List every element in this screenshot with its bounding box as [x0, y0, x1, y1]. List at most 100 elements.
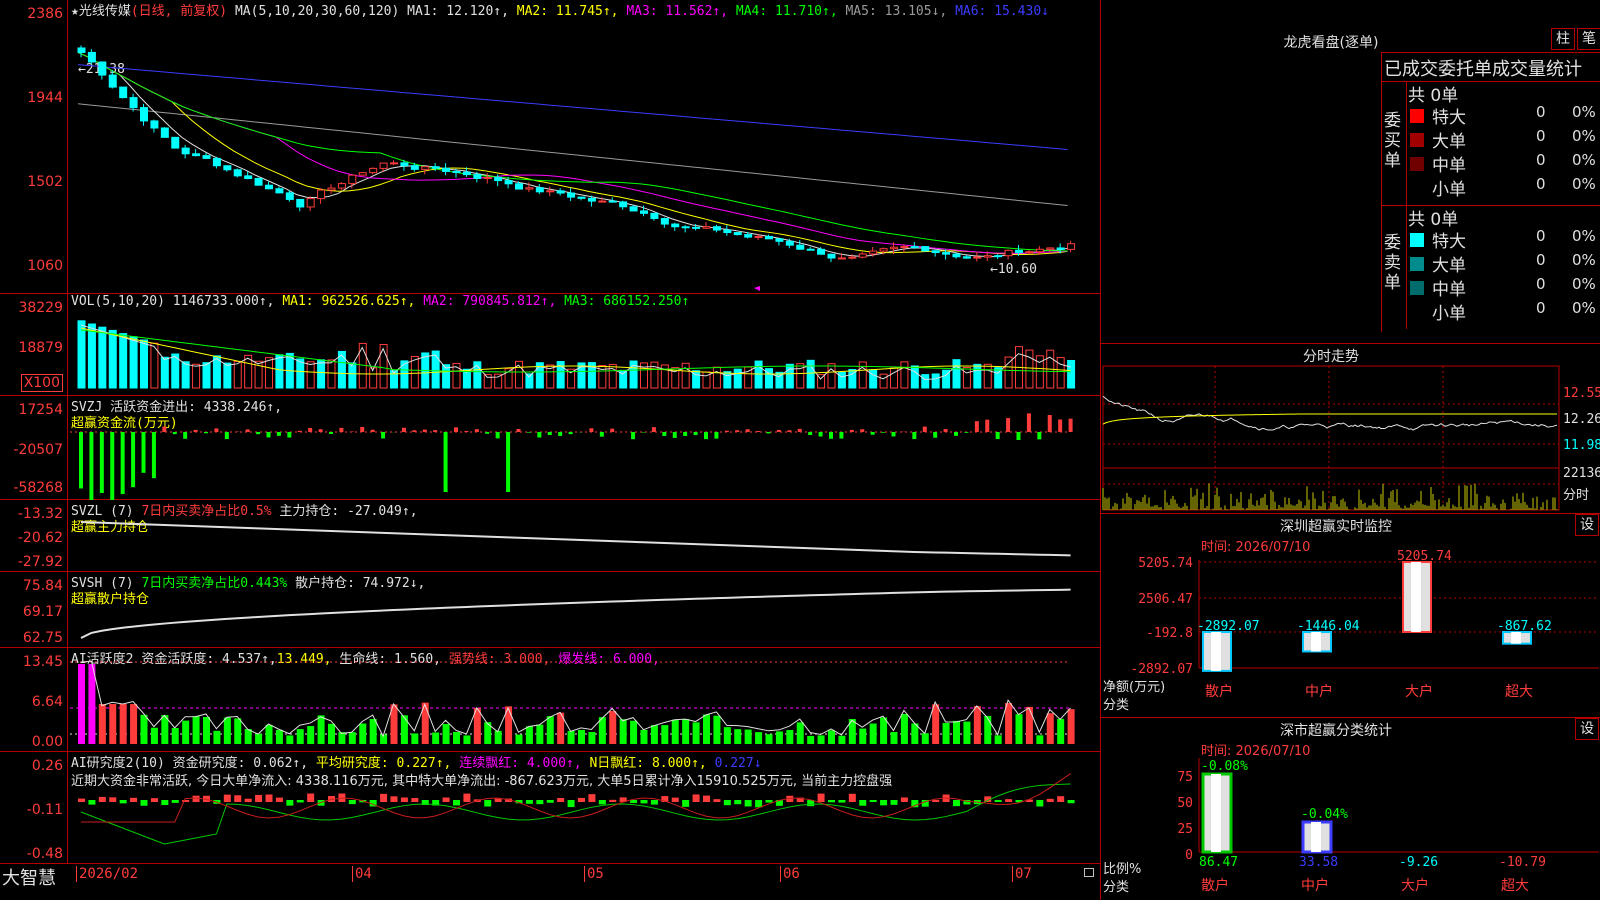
activity-bar: [463, 735, 471, 744]
volume-bar: [650, 361, 659, 389]
candle: [785, 240, 794, 246]
app-logo[interactable]: 大智慧: [2, 864, 56, 890]
research-bar: [150, 798, 158, 802]
candle: [1067, 243, 1076, 250]
volume-bar: [733, 368, 742, 389]
bar-value: -2892.07: [1197, 619, 1260, 634]
svsh-chart[interactable]: [70, 572, 1100, 648]
sz-class-chart[interactable]: 75 50 25 0 -0.08% -0.04% 86.47 散户 33.58 中户 -9.26 大户…: [1101, 718, 1600, 900]
activity-bar: [442, 724, 450, 744]
volume-bar: [223, 362, 232, 389]
svzl-chart[interactable]: [70, 500, 1100, 572]
activity-bar: [453, 731, 460, 744]
bar-mode-button[interactable]: 柱: [1551, 28, 1575, 50]
category-label: 中户: [1305, 683, 1333, 700]
order-count: 0: [1536, 127, 1546, 145]
flow-bar: [631, 432, 636, 440]
order-type-label: 小单: [1432, 180, 1466, 200]
activity-bar: [432, 732, 440, 744]
activity-bar: [109, 704, 117, 744]
flow-bar: [256, 432, 261, 435]
candle: [765, 235, 773, 240]
activity-bar: [765, 734, 773, 744]
flow-bar: [318, 429, 323, 432]
candle: [681, 226, 690, 229]
flow-bar: [131, 432, 136, 488]
candle: [265, 184, 273, 190]
class-bar-highlight: [1311, 822, 1321, 852]
volume-bar: [931, 373, 940, 389]
volume-bar: [265, 357, 273, 389]
tick-mode-button[interactable]: 笔: [1577, 28, 1600, 50]
flow-bar: [985, 419, 990, 432]
activity-bar: [348, 732, 356, 744]
activity-bar: [182, 720, 190, 744]
volume-chart[interactable]: [70, 294, 1100, 396]
candle: [400, 162, 409, 167]
volume-bar: [327, 359, 336, 389]
svzj-chart[interactable]: [70, 396, 1100, 500]
flow-bar: [266, 432, 271, 438]
lhb-subtitle: 已成交委托单成交量统计: [1384, 59, 1582, 80]
candle: [723, 229, 732, 234]
category-label: 大户: [1405, 683, 1433, 700]
research-bar: [171, 800, 179, 803]
flow-bar: [776, 429, 781, 432]
sz-monitor-chart[interactable]: 5205.74 2506.47 -192.8 -2892.07 -2892.07 散户 -1…: [1101, 514, 1600, 718]
flow-bar: [172, 432, 177, 435]
ai-activity-pane[interactable]: 13.45 6.64 0.00 AI活跃度2 资金活跃度: 4.537↑,13.…: [0, 648, 1100, 752]
lock-icon[interactable]: [1084, 868, 1094, 877]
candle: [994, 255, 1003, 258]
volume-bar: [87, 323, 96, 389]
research-bar: [932, 799, 940, 802]
activity-bar: [994, 735, 1002, 744]
svsh-pane[interactable]: 75.84 69.17 62.75 SVSH (7) 7日内买卖净占比0.443…: [0, 572, 1100, 648]
svzl-pane[interactable]: -13.32 -20.62 -27.92 SVZL (7) 7日内买卖净占比0.…: [0, 500, 1100, 572]
activity-bar: [775, 731, 783, 744]
activity-bar: [588, 731, 596, 744]
research-bar: [390, 796, 398, 802]
order-percent: 0%: [1572, 299, 1596, 317]
price-pane[interactable]: 2386 1944 1502 1060 ★光线传媒(日线, 前复权) MA(5,…: [0, 0, 1100, 294]
candle: [629, 206, 638, 212]
y-label: 0.00: [31, 734, 63, 750]
candle: [796, 244, 805, 250]
volume-bar: [129, 336, 138, 389]
bar-value: -9.26: [1399, 855, 1438, 870]
research-bar: [348, 800, 356, 805]
research-bar: [182, 799, 190, 802]
intraday-panel[interactable]: 分时走势 12.55 12.26 11.98 22136 分时: [1100, 344, 1600, 514]
candle: [608, 200, 617, 203]
y-label: 18879: [18, 340, 63, 356]
candle: [254, 178, 263, 186]
research-bar: [380, 793, 388, 802]
candlestick-chart[interactable]: [70, 0, 1100, 294]
flow-bar: [495, 432, 500, 439]
research-bar: [609, 799, 617, 802]
activity-bar: [650, 725, 658, 744]
svzj-pane[interactable]: 17254 -20507 -58268 SVZJ 活跃资金进出: 4338.24…: [0, 396, 1100, 500]
activity-bar: [265, 724, 273, 744]
volume-pane[interactable]: 38229 18879 X100 VOL(5,10,20) 1146733.00…: [0, 294, 1100, 396]
flow-bar: [276, 432, 281, 436]
volume-bar: [202, 362, 211, 389]
flow-bar: [464, 430, 469, 432]
candle: [327, 187, 336, 191]
flow-bar: [1016, 432, 1021, 441]
ai-research-chart[interactable]: [70, 752, 1100, 864]
activity-bar: [307, 726, 315, 744]
volume-bar: [400, 360, 409, 389]
ai-research-pane[interactable]: 0.26 -0.11 -0.48 AI研究度2(10) 资金研究度: 0.062…: [0, 752, 1100, 864]
activity-bar: [338, 732, 346, 744]
order-type-label: 小单: [1432, 304, 1466, 324]
order-percent: 0%: [1572, 175, 1596, 193]
candle: [900, 246, 909, 249]
marker-icon: [754, 286, 760, 291]
intraday-chart[interactable]: [1101, 364, 1561, 512]
volume-bar: [181, 361, 190, 389]
activity-bar: [223, 717, 231, 744]
ai-activity-chart[interactable]: [70, 648, 1100, 752]
flow-bar: [297, 430, 302, 432]
sz-monitor-xlabel: 分类: [1103, 698, 1130, 713]
sell-label: 委卖单: [1384, 233, 1401, 293]
